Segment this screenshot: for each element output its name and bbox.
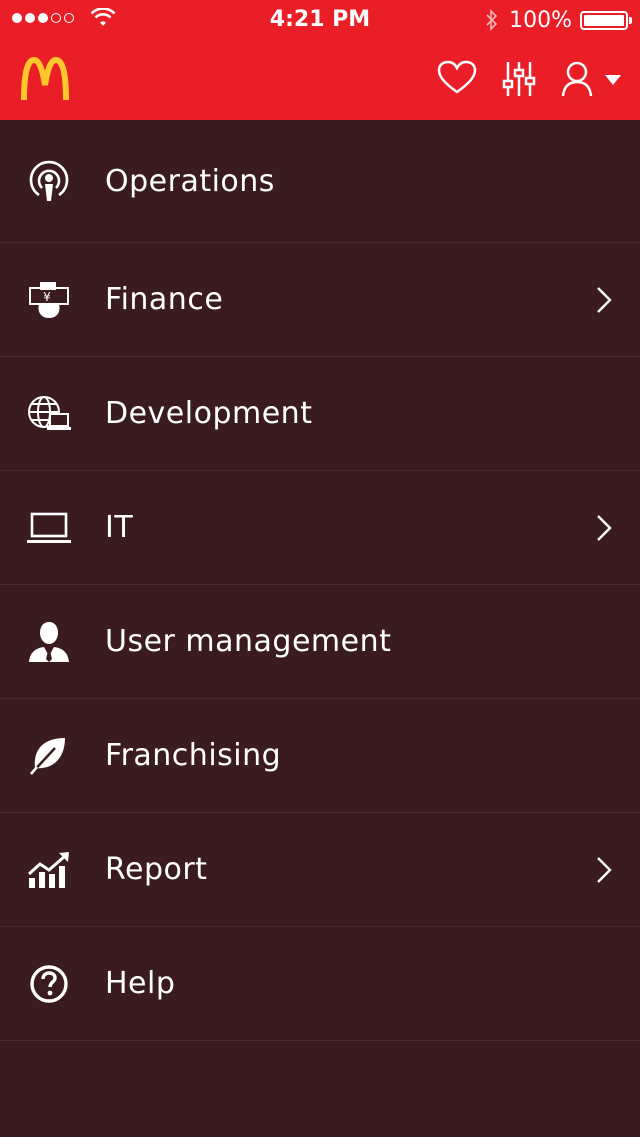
menu-item-it[interactable]: IT: [0, 471, 640, 585]
menu-item-label: Franchising: [105, 738, 282, 773]
caret-down-icon[interactable]: [604, 74, 622, 86]
menu-item-label: Development: [105, 396, 313, 431]
menu-item-label: Finance: [105, 282, 224, 317]
menu-item-finance[interactable]: ¥ Finance: [0, 243, 640, 357]
chevron-right-icon: [597, 286, 612, 313]
svg-text:¥: ¥: [43, 290, 51, 304]
user-tie-icon: [26, 619, 72, 665]
question-circle-icon: [26, 961, 72, 1007]
globe-laptop-icon: [26, 391, 72, 437]
podcast-icon: [26, 158, 72, 204]
battery-percentage: 100%: [509, 8, 572, 33]
menu-item-report[interactable]: Report: [0, 813, 640, 927]
user-icon[interactable]: [560, 60, 594, 98]
chevron-right-icon: [597, 856, 612, 883]
menu-item-label: IT: [105, 510, 134, 545]
leaf-icon: [26, 733, 72, 779]
menu-item-label: User management: [105, 624, 392, 659]
sliders-icon[interactable]: [502, 60, 536, 98]
top-bar: 4:21 PM 100%: [0, 0, 640, 120]
menu-item-development[interactable]: Development: [0, 357, 640, 471]
menu-item-user-management[interactable]: User management: [0, 585, 640, 699]
menu-item-label: Help: [105, 966, 176, 1001]
main-menu: Operations ¥ Finance Development IT User…: [0, 120, 640, 1041]
chevron-right-icon: [597, 514, 612, 541]
battery-icon: [580, 11, 632, 30]
status-bar: 4:21 PM 100%: [0, 0, 640, 40]
bar-chart-up-icon: [26, 847, 72, 893]
laptop-icon: [26, 505, 72, 551]
menu-item-operations[interactable]: Operations: [0, 120, 640, 243]
menu-item-label: Operations: [105, 163, 275, 199]
bluetooth-icon: [486, 9, 498, 31]
yen-hand-icon: ¥: [26, 277, 72, 323]
mcdonalds-logo-icon[interactable]: [20, 57, 70, 101]
heart-icon[interactable]: [437, 60, 477, 96]
menu-item-help[interactable]: Help: [0, 927, 640, 1041]
menu-item-franchising[interactable]: Franchising: [0, 699, 640, 813]
navigation-bar: [0, 40, 640, 120]
menu-item-label: Report: [105, 852, 208, 887]
